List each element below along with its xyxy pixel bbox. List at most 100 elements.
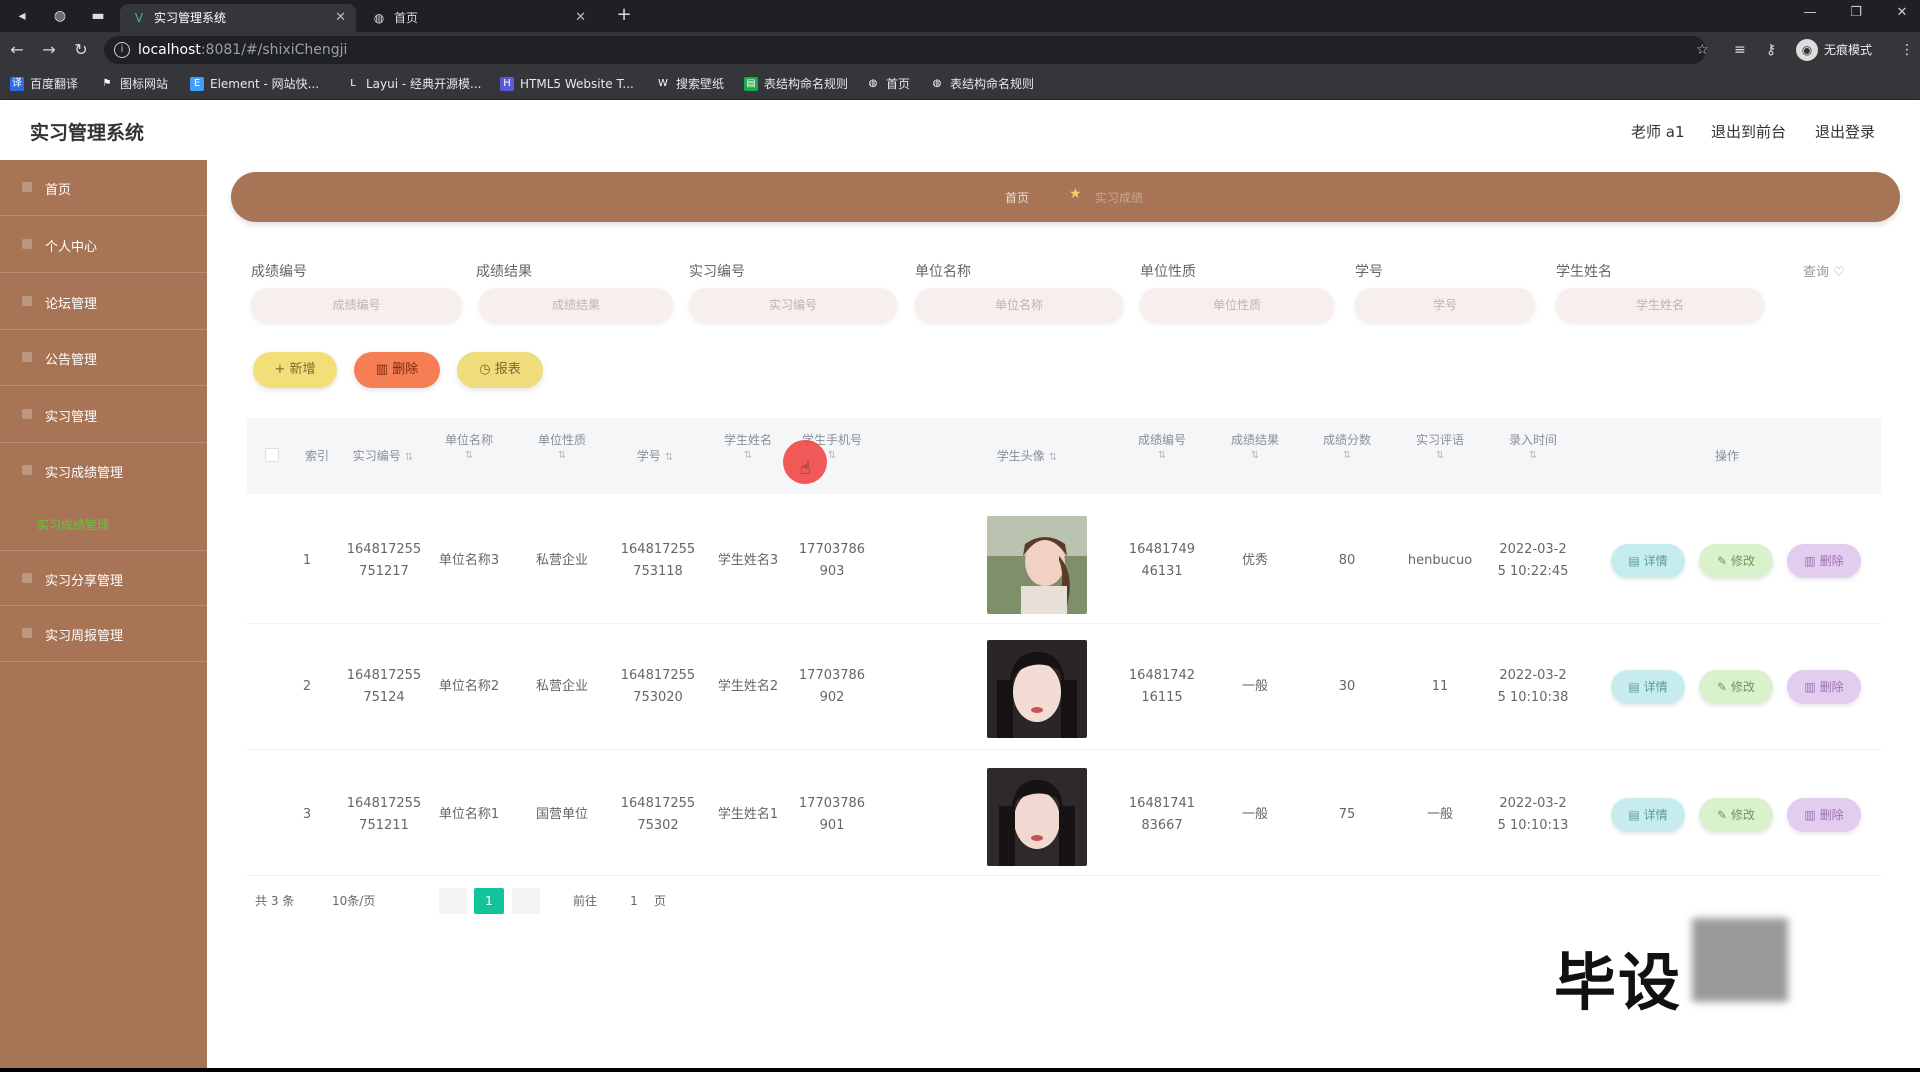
delete-button[interactable]: ▥ 删除 [1787,798,1861,832]
prev-page-button[interactable] [439,888,467,914]
detail-button[interactable]: ▤ 详情 [1611,544,1685,578]
report-button[interactable]: ◷ 报表 [457,352,543,388]
delete-button[interactable]: ▥ 删除 [1787,544,1861,578]
th-result[interactable]: 成绩结果 ⇅ [1215,432,1295,464]
address-bar[interactable]: i localhost:8081/#/shixiChengji ☆ [104,36,1709,64]
back-arrow-icon[interactable]: ← [6,39,28,61]
current-page[interactable]: 1 [474,888,504,914]
close-window-icon[interactable]: ✕ [1888,2,1916,24]
add-button[interactable]: + 新增 [253,352,337,388]
student-avatar[interactable] [987,768,1087,866]
search-button[interactable]: 查询 ♡ [1803,261,1845,280]
star-bookmark-icon[interactable]: ☆ [1696,39,1709,61]
back-audio-icon[interactable]: ◂ [12,6,32,26]
bookmark-item[interactable]: L Layui - 经典开源模... [346,75,481,93]
table-row[interactable]: 1 164817255 751217 单位名称3 私营企业 164817255 75… [247,498,1881,624]
th-unit[interactable]: 单位名称 ⇅ [429,432,509,464]
th-comment[interactable]: 实习评语 ⇅ [1400,432,1480,464]
info-icon[interactable]: i [114,42,130,58]
sidebar-item-forum[interactable]: 论坛管理 [0,274,207,330]
sidebar-item-internship[interactable]: 实习管理 [0,387,207,443]
menu-dots-icon[interactable]: ⋮ [1900,39,1914,61]
table-row[interactable]: 2 164817255 75124 单位名称2 私营企业 164817255 753… [247,624,1881,750]
next-page-button[interactable] [512,888,540,914]
th-intern-no[interactable]: 实习编号 ⇅ [339,448,427,466]
cell-comment: 一般 [1426,807,1453,822]
breadcrumb-home[interactable]: 首页 [1005,189,1029,206]
th-time[interactable]: 录入时间 ⇅ [1493,432,1573,464]
th-avatar[interactable]: 学生头像 ⇅ [977,448,1077,466]
minimize-icon[interactable]: — [1796,2,1824,24]
navigation-bar: ← → ↻ i localhost:8081/#/shixiChengji ☆ … [0,32,1920,68]
th-nature[interactable]: 单位性质 ⇅ [522,432,602,464]
bookmark-item[interactable]: H HTML5 Website T... [500,75,634,93]
tab-app[interactable]: V 实习管理系统 ✕ [120,4,356,32]
bookmark-item[interactable]: ◍ 表结构命名规则 [930,75,1034,93]
th-student-name[interactable]: 学生姓名 ⇅ [708,432,788,464]
sidebar-subitem-scores[interactable]: 实习成绩管理 [37,516,109,533]
student-no-input[interactable]: 学号 [1355,288,1535,322]
th-index: 索引 [305,449,330,463]
reload-icon[interactable]: ↻ [70,39,92,61]
th-student-no[interactable]: 学号 ⇅ [615,448,695,466]
sort-icon: ⇅ [1342,450,1352,461]
goto-page-input[interactable]: 1 [625,888,643,914]
th-score-no[interactable]: 成绩编号 ⇅ [1122,432,1202,464]
sidebar-item-share[interactable]: 实习分享管理 [0,550,207,606]
tab-home[interactable]: ◍ 首页 ✕ [360,4,596,32]
detail-button[interactable]: ▤ 详情 [1611,670,1685,704]
bookmark-item[interactable]: 译百度翻译 [10,75,78,93]
reading-list-icon[interactable]: ≡ [1734,39,1746,61]
bookmark-item[interactable]: ◍ 首页 [866,75,910,93]
batch-delete-button[interactable]: ▥ 删除 [354,352,440,388]
edit-button[interactable]: ✎ 修改 [1699,544,1773,578]
wallpaper-icon: W [658,78,668,89]
edit-button[interactable]: ✎ 修改 [1699,670,1773,704]
filter-label-unit: 单位名称 [915,264,971,280]
th-score[interactable]: 成绩分数 ⇅ [1307,432,1387,464]
window-icon[interactable]: ▬ [88,6,108,26]
bookmark-item[interactable]: E Element - 网站快... [190,75,319,93]
nature-input[interactable]: 单位性质 [1140,288,1334,322]
flag-icon: ⚑ [102,78,112,89]
user-name-link[interactable]: 老师 a1 [1631,121,1685,142]
sidebar-item-profile[interactable]: 个人中心 [0,217,207,273]
restore-icon[interactable]: ❐ [1842,2,1870,24]
detail-button[interactable]: ▤ 详情 [1611,798,1685,832]
student-avatar[interactable] [987,516,1087,614]
incognito-badge[interactable]: ◉ 无痕模式 [1796,38,1872,62]
score-no-input[interactable]: 成绩编号 [251,288,462,322]
back-to-front-link[interactable]: 退出到前台 [1711,121,1786,142]
app-title: 实习管理系统 [30,122,145,144]
doc-icon: ▤ [1628,808,1644,822]
student-avatar[interactable] [987,640,1087,738]
clock-icon: ◷ [479,362,495,377]
sidebar-item-weekly[interactable]: 实习周报管理 [0,606,207,662]
intern-no-input[interactable]: 实习编号 [689,288,897,322]
bookmark-item[interactable]: W 搜索壁纸 [656,75,724,93]
unit-input[interactable]: 单位名称 [915,288,1123,322]
select-all-checkbox[interactable] [265,448,279,462]
table-row[interactable]: 3 164817255 751211 单位名称1 国营单位 164817255 75… [247,750,1881,876]
cell-unit: 单位名称1 [438,807,500,822]
chrome-icon[interactable]: ◍ [50,6,70,26]
tab-title: 实习管理系统 [154,11,227,25]
close-icon[interactable]: ✕ [335,4,346,32]
delete-button[interactable]: ▥ 删除 [1787,670,1861,704]
logout-link[interactable]: 退出登录 [1815,121,1875,142]
key-icon[interactable]: ⚷ [1766,39,1776,61]
student-name-input[interactable]: 学生姓名 [1556,288,1764,322]
page-size-select[interactable]: 10条/页 [332,888,375,914]
cell-index: 2 [302,679,312,694]
edit-button[interactable]: ✎ 修改 [1699,798,1773,832]
close-icon[interactable]: ✕ [575,4,586,32]
filter-label-student-name: 学生姓名 [1556,264,1612,280]
sidebar-item-home[interactable]: 首页 [0,160,207,216]
result-input[interactable]: 成绩结果 [479,288,673,322]
bookmark-item[interactable]: ▤ 表结构命名规则 [744,75,848,93]
new-tab-button[interactable]: + [612,4,636,28]
sidebar-item-notice[interactable]: 公告管理 [0,330,207,386]
bookmark-item[interactable]: ⚑ 图标网站 [100,75,169,93]
sidebar-item-scores[interactable]: 实习成绩管理 [0,443,207,499]
forward-arrow-icon[interactable]: → [38,39,60,61]
